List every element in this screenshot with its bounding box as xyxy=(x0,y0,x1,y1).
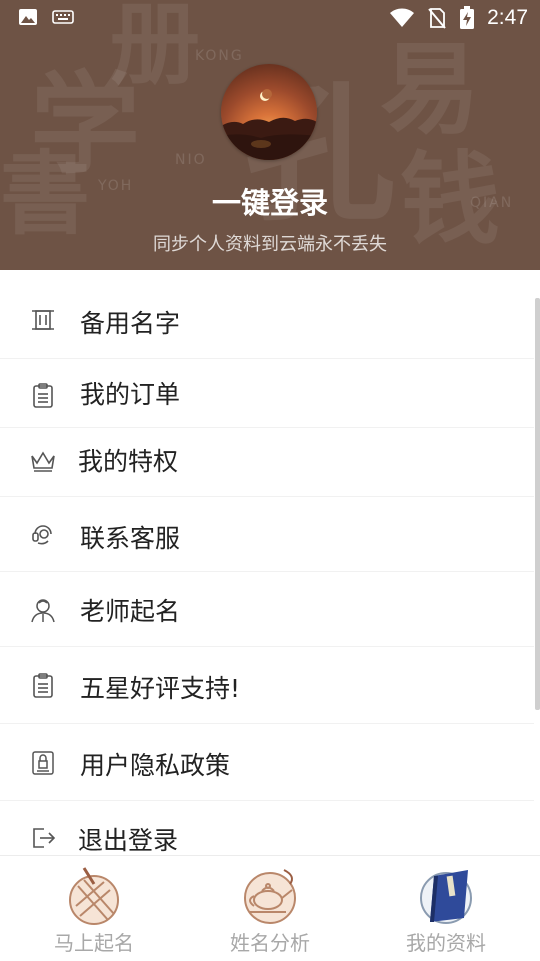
login-subtitle: 同步个人资料到云端永不丢失 xyxy=(153,234,387,255)
clipboard-icon xyxy=(33,673,53,698)
clipboard-icon xyxy=(33,383,53,408)
menu-item-five-star-review[interactable]: 五星好评支持! xyxy=(0,647,534,724)
avatar[interactable] xyxy=(221,64,317,160)
profile-menu: 备用名字 我的订单 我的特权 联系客服 老师起名 五星好评支持! 用户隐私政策 … xyxy=(0,270,534,869)
menu-item-teacher-naming[interactable]: 老师起名 xyxy=(0,572,534,647)
scrollbar[interactable] xyxy=(535,298,540,710)
profile-header: 学 册 孔 易 钱 書 KONG NIO YOH QIAN 2:47 一键登录 … xyxy=(0,0,540,270)
logout-icon xyxy=(33,828,56,848)
menu-item-label: 联系客服 xyxy=(80,524,181,553)
crown-icon xyxy=(31,451,55,472)
menu-item-backup-names[interactable]: 备用名字 xyxy=(0,270,534,359)
no-sim-icon xyxy=(428,8,446,29)
menu-item-my-orders[interactable]: 我的订单 xyxy=(0,359,534,428)
menu-item-label: 备用名字 xyxy=(80,309,181,338)
tab-label: 姓名分析 xyxy=(230,931,310,955)
menu-item-label: 五星好评支持! xyxy=(80,674,241,703)
teacher-icon xyxy=(31,599,55,623)
menu-item-label: 用户隐私政策 xyxy=(80,751,231,780)
bottom-tab-bar: 马上起名 姓名分析 我的资料 xyxy=(0,855,540,961)
tab-label: 我的资料 xyxy=(406,931,486,955)
menu-item-label: 我的订单 xyxy=(80,380,181,409)
sunset-avatar-image xyxy=(221,89,317,160)
header-bg-decoration: KONG xyxy=(195,48,244,64)
book-icon xyxy=(420,870,472,924)
menu-item-privacy-policy[interactable]: 用户隐私政策 xyxy=(0,724,534,801)
wifi-icon xyxy=(390,8,415,27)
header-bg-decoration: 易 xyxy=(380,31,480,148)
tab-name-analysis[interactable]: 姓名分析 xyxy=(180,856,360,961)
scroll-icon xyxy=(32,310,54,330)
one-click-login-button[interactable]: 一键登录 xyxy=(0,180,540,222)
image-notification-icon xyxy=(19,9,37,25)
privacy-lock-icon xyxy=(32,751,54,775)
brush-seal-icon xyxy=(69,867,119,925)
teapot-icon xyxy=(244,869,296,924)
menu-item-label: 退出登录 xyxy=(78,826,179,855)
tab-label: 马上起名 xyxy=(54,931,134,955)
menu-item-label: 我的特权 xyxy=(78,447,179,476)
status-bar: 2:47 xyxy=(0,0,540,36)
keyboard-icon xyxy=(52,10,74,24)
battery-charging-icon xyxy=(460,6,475,29)
menu-item-my-privileges[interactable]: 我的特权 xyxy=(0,428,534,497)
headset-icon xyxy=(32,525,52,545)
header-bg-decoration: NIO xyxy=(175,152,207,168)
tab-my-profile[interactable]: 我的资料 xyxy=(356,856,536,961)
tab-quick-naming[interactable]: 马上起名 xyxy=(4,856,184,961)
menu-item-label: 老师起名 xyxy=(80,597,181,626)
status-time: 2:47 xyxy=(487,6,528,29)
menu-item-customer-service[interactable]: 联系客服 xyxy=(0,497,534,572)
